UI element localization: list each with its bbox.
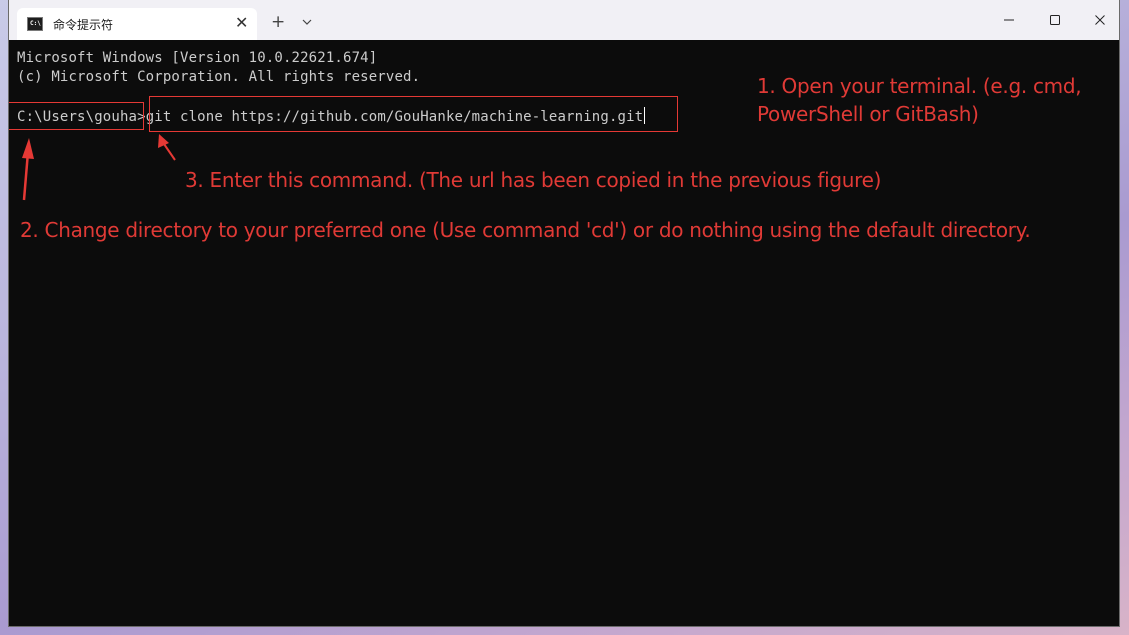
annotation-step1-line2: PowerShell or GitBash) [757, 102, 979, 126]
terminal-window: C:\ 命令提示符 ✕ + Microsoft Windows [Version… [8, 0, 1120, 627]
desktop-background-strip [1120, 40, 1129, 600]
arrow-step3 [158, 134, 176, 161]
close-window-button[interactable] [1085, 10, 1115, 32]
chevron-down-icon[interactable] [300, 14, 314, 28]
annotation-step2: 2. Change directory to your preferred on… [20, 218, 1031, 242]
new-tab-button[interactable]: + [271, 13, 285, 31]
cmd-icon-text: C:\ [30, 20, 41, 27]
minimize-button[interactable] [994, 10, 1024, 32]
close-tab-icon[interactable]: ✕ [235, 14, 248, 32]
tab-command-prompt[interactable]: C:\ 命令提示符 ✕ [17, 8, 257, 40]
console-area[interactable]: Microsoft Windows [Version 10.0.22621.67… [9, 40, 1119, 626]
title-bar: C:\ 命令提示符 ✕ + [9, 0, 1119, 40]
cmd-icon: C:\ [27, 17, 43, 31]
annotation-arrows [22, 134, 176, 201]
annotation-step1-line1: 1. Open your terminal. (e.g. cmd, [757, 74, 1082, 98]
arrow-step2 [22, 138, 34, 201]
maximize-button[interactable] [1040, 10, 1070, 32]
tab-title: 命令提示符 [53, 18, 114, 32]
annotation-step3: 3. Enter this command. (The url has been… [185, 168, 882, 192]
